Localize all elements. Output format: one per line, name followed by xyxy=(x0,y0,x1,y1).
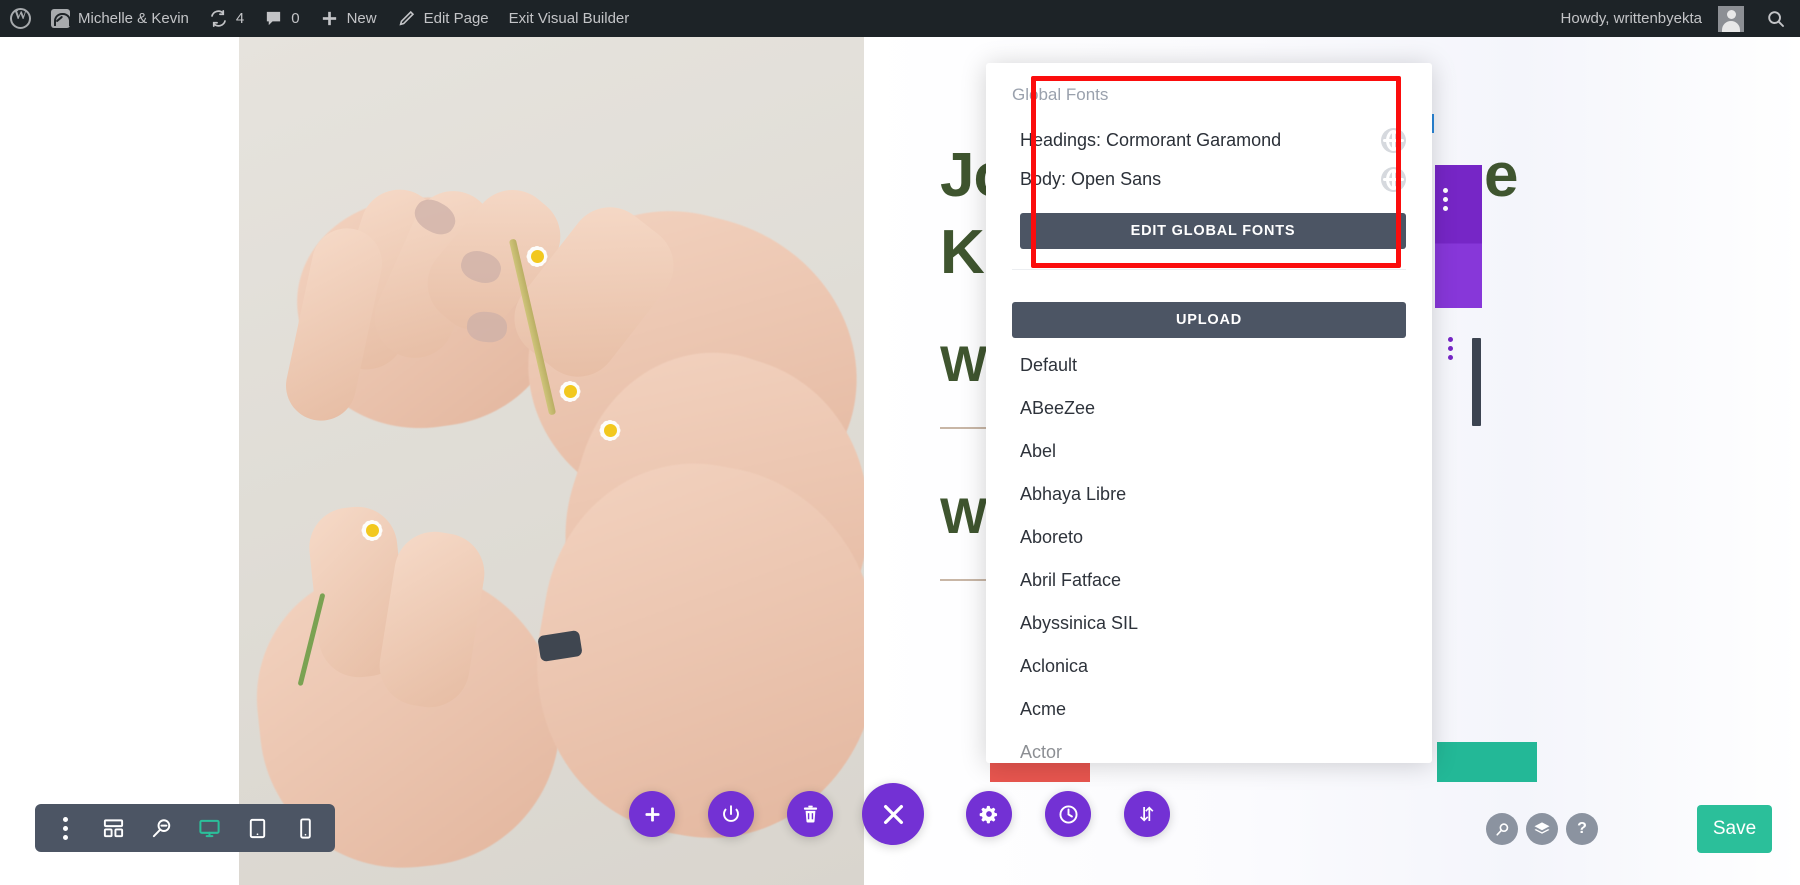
comments-count: 0 xyxy=(291,10,300,27)
global-font-body-row[interactable]: Body: Open Sans xyxy=(1012,160,1406,199)
adminbar-revisions[interactable]: 4 xyxy=(199,0,254,37)
font-list-item[interactable]: Default xyxy=(986,344,1432,387)
globe-icon xyxy=(1381,128,1406,153)
adminbar-edit-page[interactable]: Edit Page xyxy=(387,0,499,37)
zoom-out-icon[interactable] xyxy=(141,808,181,848)
revisions-icon xyxy=(209,9,228,28)
help-button[interactable]: ? xyxy=(1566,813,1598,845)
plus-icon xyxy=(320,9,339,28)
global-font-headings-label: Headings: Cormorant Garamond xyxy=(1020,130,1282,150)
site-name-label: Michelle & Kevin xyxy=(78,10,189,27)
font-list-item[interactable]: Abyssinica SIL xyxy=(986,602,1432,645)
global-fonts-label: Global Fonts xyxy=(1012,85,1109,104)
search-icon xyxy=(1766,9,1786,29)
search-button[interactable] xyxy=(1486,813,1518,845)
revisions-count: 4 xyxy=(235,10,245,27)
edit-global-fonts-button[interactable]: EDIT GLOBAL FONTS xyxy=(1020,213,1406,249)
global-font-headings-row[interactable]: Headings: Cormorant Garamond xyxy=(1012,121,1406,160)
phone-icon[interactable] xyxy=(285,808,325,848)
view-mode-toolbar xyxy=(35,804,335,852)
image-module-photo[interactable] xyxy=(239,37,864,885)
new-label: New xyxy=(346,10,377,27)
adminbar-wp-logo[interactable] xyxy=(0,0,41,37)
help-icon: ? xyxy=(1577,820,1587,837)
font-list-item[interactable]: Abel xyxy=(986,430,1432,473)
close-settings-button[interactable] xyxy=(862,783,924,845)
adminbar-search[interactable] xyxy=(1754,0,1800,37)
font-list-item[interactable]: Abhaya Libre xyxy=(986,473,1432,516)
font-picker-panel: Global Fonts Headings: Cormorant Garamon… xyxy=(986,63,1432,763)
panel-scrollbar[interactable] xyxy=(1472,338,1481,426)
daisy-flower xyxy=(514,233,560,279)
edit-page-label: Edit Page xyxy=(423,10,489,27)
wordpress-logo-icon xyxy=(10,7,31,29)
history-icon xyxy=(1058,804,1078,824)
settings-button[interactable] xyxy=(966,791,1012,837)
plus-icon xyxy=(645,807,659,821)
daisy-flower xyxy=(349,507,395,553)
power-icon xyxy=(723,805,739,822)
reorder-button[interactable] xyxy=(1124,791,1170,837)
page-canvas: Jo Kn e Wh Wh 12, 2025 4:00pm vi Avenue … xyxy=(0,37,1800,885)
gear-icon xyxy=(979,805,998,824)
module-more-options-icon[interactable] xyxy=(1443,188,1448,215)
font-list-item[interactable]: Acme xyxy=(986,688,1432,731)
color-block-teal[interactable] xyxy=(1437,742,1537,782)
editing-history-button[interactable] xyxy=(1045,791,1091,837)
layers-button[interactable] xyxy=(1526,813,1558,845)
font-list-item[interactable]: Aboreto xyxy=(986,516,1432,559)
upload-section: UPLOAD xyxy=(986,270,1432,338)
adminbar-right-group: Howdy, writtenbyekta xyxy=(1551,0,1800,37)
upload-font-button[interactable]: UPLOAD xyxy=(1012,302,1406,338)
hero-heading-tail: e xyxy=(1484,141,1518,210)
layers-icon xyxy=(1534,822,1550,834)
wp-admin-bar: Michelle & Kevin 4 0 New xyxy=(0,0,1800,37)
exit-builder-label: Exit Visual Builder xyxy=(508,10,630,27)
search-icon xyxy=(1495,822,1508,836)
tablet-icon[interactable] xyxy=(237,808,277,848)
sort-icon xyxy=(1140,806,1154,822)
close-icon xyxy=(883,804,903,824)
save-button[interactable]: Save xyxy=(1697,805,1772,853)
daisy-flower xyxy=(587,407,633,453)
add-module-button[interactable] xyxy=(629,791,675,837)
enable-disable-button[interactable] xyxy=(708,791,754,837)
globe-icon xyxy=(1381,167,1406,192)
adminbar-my-account[interactable]: Howdy, writtenbyekta xyxy=(1551,0,1754,37)
delete-button[interactable] xyxy=(787,791,833,837)
font-list[interactable]: Default ABeeZee Abel Abhaya Libre Aboret… xyxy=(986,344,1432,763)
global-font-body-label: Body: Open Sans xyxy=(1020,169,1162,189)
pencil-icon xyxy=(397,9,416,28)
adminbar-exit-visual-builder[interactable]: Exit Visual Builder xyxy=(499,0,640,37)
adminbar-new[interactable]: New xyxy=(310,0,387,37)
trash-icon xyxy=(803,805,817,822)
global-fonts-section: Global Fonts Headings: Cormorant Garamon… xyxy=(986,63,1432,249)
dashboard-icon xyxy=(51,9,71,28)
comment-bubble-icon xyxy=(264,9,283,28)
avatar xyxy=(1718,5,1744,32)
font-list-item[interactable]: ABeeZee xyxy=(986,387,1432,430)
wireframe-icon[interactable] xyxy=(93,808,133,848)
row-more-options-icon[interactable] xyxy=(1448,337,1453,364)
font-list-item[interactable]: Aclonica xyxy=(986,645,1432,688)
howdy-label: Howdy, writtenbyekta xyxy=(1560,10,1702,27)
module-overlay-right[interactable] xyxy=(1435,165,1482,308)
font-list-item[interactable]: Abril Fatface xyxy=(986,559,1432,602)
more-options-icon[interactable] xyxy=(45,808,85,848)
adminbar-comments[interactable]: 0 xyxy=(254,0,309,37)
adminbar-site-name[interactable]: Michelle & Kevin xyxy=(41,0,199,37)
desktop-icon[interactable] xyxy=(189,808,229,848)
font-list-item[interactable]: Actor xyxy=(986,731,1432,763)
